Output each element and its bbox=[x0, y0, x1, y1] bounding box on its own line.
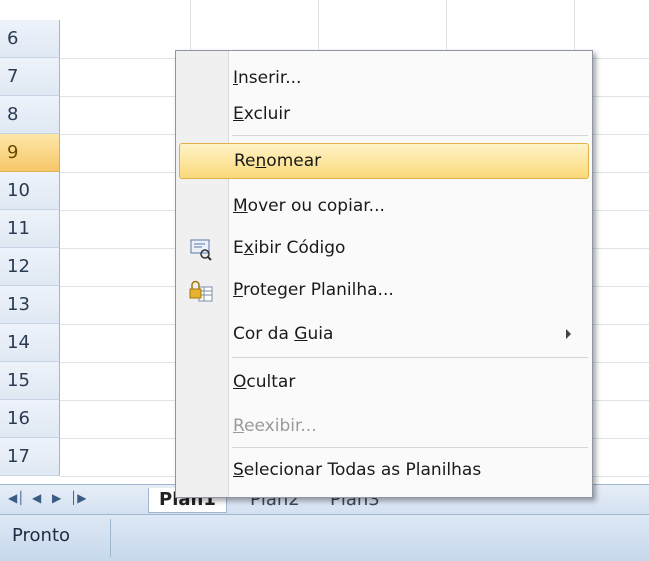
menu-item-mover-ou-copiar[interactable]: Mover ou copiar... bbox=[179, 189, 589, 225]
menu-item-label: Reexibir... bbox=[233, 416, 317, 436]
menu-item-label: Excluir bbox=[233, 104, 291, 124]
protect-sheet-icon bbox=[189, 279, 213, 303]
status-label: Pronto bbox=[12, 525, 71, 546]
menu-item-exibir-código[interactable]: Exibir Código bbox=[179, 231, 589, 267]
menu-item-label: Renomear bbox=[234, 151, 322, 171]
first-sheet-icon[interactable]: ◀│ bbox=[8, 491, 24, 505]
next-sheet-icon[interactable]: ▶ bbox=[52, 491, 61, 505]
row-header-8[interactable]: 8 bbox=[0, 96, 60, 134]
row-header-13[interactable]: 13 bbox=[0, 286, 60, 324]
row-header-17[interactable]: 17 bbox=[0, 438, 60, 476]
prev-sheet-icon[interactable]: ◀ bbox=[32, 491, 41, 505]
menu-item-label: Exibir Código bbox=[233, 238, 346, 258]
menu-item-label: Inserir... bbox=[233, 68, 302, 88]
menu-separator bbox=[232, 447, 588, 448]
menu-item-label: Selecionar Todas as Planilhas bbox=[233, 460, 482, 480]
menu-item-label: Proteger Planilha... bbox=[233, 280, 394, 300]
last-sheet-icon[interactable]: │▶ bbox=[70, 491, 86, 505]
row-header-14[interactable]: 14 bbox=[0, 324, 60, 362]
row-header-7[interactable]: 7 bbox=[0, 58, 60, 96]
status-divider bbox=[110, 519, 111, 557]
row-header-12[interactable]: 12 bbox=[0, 248, 60, 286]
status-bar: Pronto bbox=[0, 514, 649, 561]
menu-item-proteger-planilha[interactable]: Proteger Planilha... bbox=[179, 273, 589, 309]
row-header-6[interactable]: 6 bbox=[0, 20, 60, 58]
menu-item-selecionar-todas-as-planilhas[interactable]: Selecionar Todas as Planilhas bbox=[179, 453, 589, 489]
menu-item-reexibir: Reexibir... bbox=[179, 409, 589, 445]
menu-item-label: Mover ou copiar... bbox=[233, 196, 385, 216]
view-code-icon bbox=[189, 237, 213, 261]
menu-item-inserir[interactable]: Inserir... bbox=[179, 61, 589, 97]
row-header-16[interactable]: 16 bbox=[0, 400, 60, 438]
menu-item-label: Cor da Guia bbox=[233, 324, 334, 344]
submenu-arrow-icon bbox=[566, 329, 571, 339]
row-header-15[interactable]: 15 bbox=[0, 362, 60, 400]
row-header-11[interactable]: 11 bbox=[0, 210, 60, 248]
menu-separator bbox=[232, 135, 588, 136]
menu-separator bbox=[232, 357, 588, 358]
sheet-tab-context-menu: Inserir... Excluir Renomear Mover ou copiar… bbox=[175, 50, 593, 498]
menu-item-ocultar[interactable]: Ocultar bbox=[179, 365, 589, 401]
row-header-9[interactable]: 9 bbox=[0, 134, 60, 172]
menu-item-renomear[interactable]: Renomear bbox=[179, 143, 589, 179]
menu-item-cor-da-guia[interactable]: Cor da Guia bbox=[179, 317, 589, 353]
menu-item-label: Ocultar bbox=[233, 372, 296, 392]
row-header-10[interactable]: 10 bbox=[0, 172, 60, 210]
menu-item-excluir[interactable]: Excluir bbox=[179, 97, 589, 133]
